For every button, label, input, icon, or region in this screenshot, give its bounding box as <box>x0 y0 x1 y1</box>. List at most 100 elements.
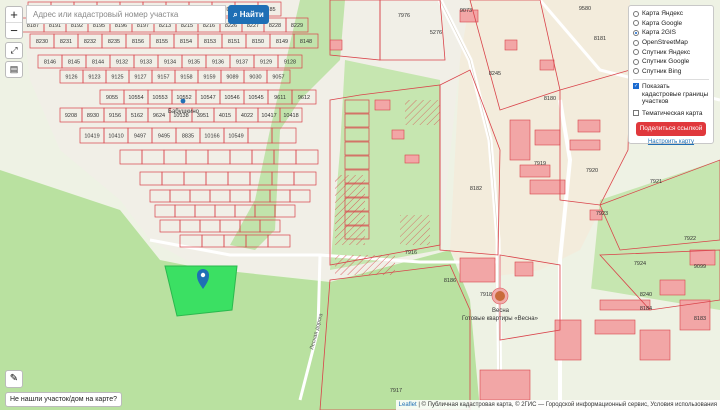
plot-number: 8229 <box>291 23 303 29</box>
plot-number: 9089 <box>226 75 238 81</box>
plot-number: 7918 <box>480 292 492 298</box>
plot-number: 9099 <box>694 264 706 270</box>
fullscreen-icon[interactable]: ⤢ <box>5 42 23 59</box>
plot-number: 8182 <box>470 186 482 192</box>
plot-number: 8150 <box>252 39 264 45</box>
radio-icon[interactable] <box>633 68 639 75</box>
plot-number: 8183 <box>694 316 706 322</box>
plot-number: 10419 <box>84 134 99 140</box>
layer-option[interactable]: OpenStreetMap <box>633 38 709 48</box>
plot-number: 5276 <box>430 30 442 36</box>
plot-number: 8231 <box>60 39 72 45</box>
plot-number: 9123 <box>88 75 100 81</box>
configure-map-link[interactable]: Настроить карту <box>633 139 709 145</box>
search-input[interactable] <box>26 5 226 24</box>
plot-number: 9073 <box>460 8 472 14</box>
show-cadastral-toggle[interactable]: ✓ Показать кадастровые границы участков <box>633 83 709 106</box>
plot-number: 9158 <box>180 75 192 81</box>
plot-number: 8235 <box>108 39 120 45</box>
plot-number: 7921 <box>650 179 662 185</box>
plot-number: 9157 <box>157 75 169 81</box>
checkbox-icon[interactable] <box>633 109 639 116</box>
map-base <box>0 0 720 410</box>
plot-number: 8835 <box>182 134 194 140</box>
radio-icon[interactable] <box>633 20 639 27</box>
plot-number: 8154 <box>180 39 192 45</box>
plot-number: 8145 <box>68 60 80 66</box>
plot-number: 10552 <box>176 95 191 101</box>
plot-number: 9159 <box>203 75 215 81</box>
plot-number: 5162 <box>131 113 143 119</box>
place-label-babushkino: Бабушкино <box>168 109 200 115</box>
plot-number: 8155 <box>156 39 168 45</box>
plot-number: 8228 <box>269 23 281 29</box>
plot-number: 8156 <box>132 39 144 45</box>
plot-number: 10417 <box>261 113 276 119</box>
plot-number: 7922 <box>684 236 696 242</box>
find-button[interactable]: ⌕ Найти <box>228 5 269 24</box>
plot-number: 9057 <box>272 75 284 81</box>
layer-option[interactable]: Карта Яндекс <box>633 9 709 19</box>
zoom-control: + − <box>5 6 23 39</box>
attribution: Leaflet | © Публичная кадастровая карта,… <box>395 400 720 410</box>
layer-option[interactable]: Спутник Яндекс <box>633 47 709 57</box>
leaflet-link[interactable]: Leaflet <box>399 402 417 408</box>
plot-number: 9127 <box>134 75 146 81</box>
cadastral-map[interactable]: 9073 7976 5276 9580 8245 8180 8181 8182 7919 7920… <box>0 0 720 410</box>
find-button-label: Найти <box>239 10 264 19</box>
layer-option-label: Карта 2GIS <box>642 29 677 37</box>
layer-option[interactable]: Карта Google <box>633 19 709 29</box>
search-icon: ⌕ <box>233 9 238 19</box>
plot-number: 9137 <box>236 60 248 66</box>
show-cadastral-label: Показать кадастровые границы участков <box>642 83 709 106</box>
plot-number: 10166 <box>204 134 219 140</box>
plot-number: 8186 <box>444 278 456 284</box>
radio-icon[interactable] <box>633 29 639 36</box>
plot-number: 8180 <box>544 96 556 102</box>
radio-icon[interactable] <box>633 10 639 17</box>
layer-options: Карта Яндекс Карта Google Карта 2GIS OpenSt… <box>633 9 709 76</box>
zoom-in-button[interactable]: + <box>6 7 22 23</box>
zoom-out-button[interactable]: − <box>6 23 22 38</box>
not-found-button[interactable]: Не нашли участок/дом на карте? <box>5 392 122 407</box>
plot-number: 10554 <box>128 95 143 101</box>
layer-option-label: Спутник Google <box>642 58 690 66</box>
plot-number: 8245 <box>489 71 501 77</box>
checkbox-icon[interactable]: ✓ <box>633 83 639 90</box>
vesna-marker[interactable] <box>491 287 509 305</box>
plot-number: 8146 <box>44 60 56 66</box>
plot-number: 4022 <box>241 113 253 119</box>
radio-icon[interactable] <box>633 49 639 56</box>
layer-option[interactable]: Карта 2GIS <box>633 28 709 38</box>
plot-number: 7917 <box>390 388 402 394</box>
plot-number: 9208 <box>65 113 77 119</box>
plot-number: 10547 <box>200 95 215 101</box>
plot-number: 8148 <box>300 39 312 45</box>
plot-number: 8151 <box>228 39 240 45</box>
plot-number: 9128 <box>284 60 296 66</box>
plot-number: 9497 <box>134 134 146 140</box>
thematic-toggle[interactable]: Тематическая карта <box>633 109 709 118</box>
plot-number: 7919 <box>534 161 546 167</box>
radio-icon[interactable] <box>633 39 639 46</box>
radio-icon[interactable] <box>633 58 639 65</box>
plot-number: 10410 <box>108 134 123 140</box>
plot-number: 9136 <box>212 60 224 66</box>
plot-number: 9055 <box>106 95 118 101</box>
plot-number: 10418 <box>283 113 298 119</box>
print-icon[interactable]: ▤ <box>5 61 23 78</box>
place-label-vesna: Весна <box>492 308 510 314</box>
plot-number: 8144 <box>92 60 104 66</box>
plot-number: 8240 <box>640 292 652 298</box>
layer-option[interactable]: Спутник Bing <box>633 67 709 77</box>
pencil-icon[interactable]: ✎ <box>5 370 23 388</box>
plot-number: 8149 <box>276 39 288 45</box>
attribution-text: | © Публичная кадастровая карта, © 2ГИС … <box>416 402 717 408</box>
plot-number: 10546 <box>224 95 239 101</box>
layer-option-label: OpenStreetMap <box>642 39 688 47</box>
plot-number: 9132 <box>116 60 128 66</box>
thematic-label: Тематическая карта <box>642 109 703 117</box>
layer-option[interactable]: Спутник Google <box>633 57 709 67</box>
layer-panel: Карта Яндекс Карта Google Карта 2GIS OpenSt… <box>628 5 714 145</box>
share-link-button[interactable]: Поделиться ссылкой <box>636 122 706 137</box>
